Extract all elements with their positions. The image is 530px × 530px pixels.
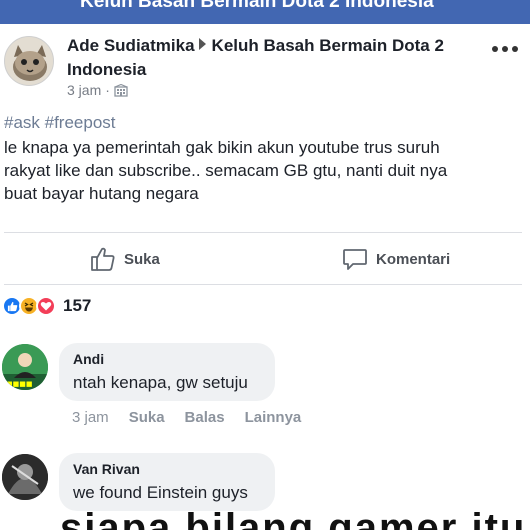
group-privacy-icon [114, 83, 128, 97]
author-avatar[interactable] [4, 36, 54, 86]
group-name[interactable]: Keluh Basah Bermain Dota 2 [212, 36, 444, 55]
love-icon [36, 296, 56, 316]
post-body: le knapa ya pemerintah gak bikin akun yo… [4, 136, 514, 205]
group-name-line2[interactable]: Indonesia [67, 60, 146, 79]
commenter-avatar[interactable] [2, 454, 48, 500]
comment-bubble: Andi ntah kenapa, gw setuju [59, 343, 275, 401]
divider [4, 284, 522, 285]
post-body-line: rakyat like dan subscribe.. semacam GB g… [4, 161, 448, 180]
post-header: Ade Sudiatmika Keluh Basah Bermain Dota 2… [67, 34, 467, 82]
caret-right-icon [198, 38, 206, 50]
divider [4, 232, 522, 233]
reaction-count: 157 [63, 296, 92, 315]
post-time[interactable]: 3 jam [67, 82, 101, 98]
hashtags[interactable]: #ask #freepost [4, 113, 116, 133]
comment-text: we found Einstein guys [73, 483, 248, 502]
comment-time[interactable]: 3 jam [72, 409, 109, 426]
post-meta: 3 jam · [67, 82, 128, 98]
svg-text:■■■■: ■■■■ [6, 380, 32, 388]
comment-more-link[interactable]: Lainnya [245, 409, 302, 426]
like-label: Suka [124, 250, 160, 268]
author-name[interactable]: Ade Sudiatmika [67, 36, 195, 55]
like-button[interactable]: Suka [90, 244, 160, 274]
commenter-avatar[interactable]: ■■■■ [2, 344, 48, 390]
comment-bubble: Van Rivan we found Einstein guys [59, 453, 275, 511]
comment-reply-link[interactable]: Balas [185, 409, 225, 426]
post-body-line: le knapa ya pemerintah gak bikin akun yo… [4, 138, 440, 157]
comment-text: ntah kenapa, gw setuju [73, 373, 248, 392]
commenter-name[interactable]: Van Rivan [73, 461, 261, 477]
reactions-summary[interactable]: 157 [2, 296, 91, 316]
meme-caption: siapa bilang gamer itu [60, 506, 527, 530]
top-bar: Keluh Basah Bermain Dota 2 Indonesia [0, 0, 530, 24]
comment-button[interactable]: Komentari [342, 244, 450, 274]
separator-dot: · [105, 82, 110, 98]
comment-like-link[interactable]: Suka [129, 409, 165, 426]
comment-actions: 3 jam Suka Balas Lainnya [72, 409, 301, 426]
group-title: Keluh Basah Bermain Dota 2 Indonesia [80, 0, 434, 12]
thumbs-up-icon [91, 247, 115, 271]
commenter-name[interactable]: Andi [73, 351, 261, 367]
comment-icon [343, 249, 367, 270]
post-body-line: buat bayar hutang negara [4, 184, 199, 203]
more-options-icon[interactable] [488, 38, 522, 58]
comment-label: Komentari [376, 250, 451, 268]
